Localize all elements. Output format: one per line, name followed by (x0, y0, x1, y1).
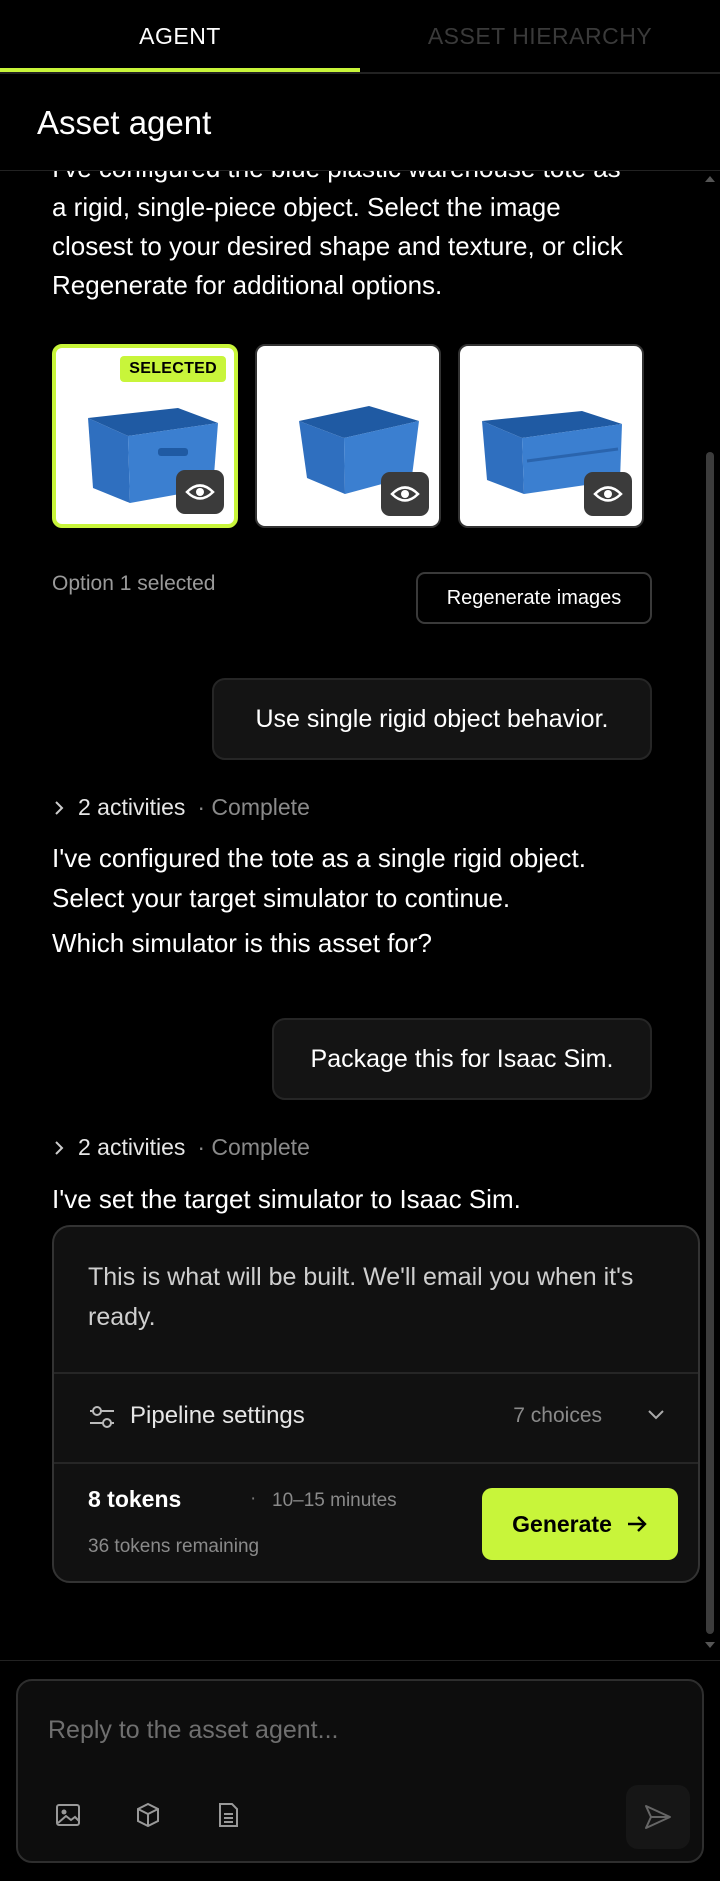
tab-bar: AGENT ASSET HIERARCHY (0, 0, 720, 74)
user-message: Package this for Isaac Sim. (272, 1018, 652, 1100)
image-option-1[interactable]: SELECTED (52, 344, 238, 528)
token-cost: 8 tokens (88, 1486, 182, 1512)
activities-toggle[interactable]: 2 activities · Complete (52, 1134, 310, 1161)
tab-asset-hierarchy[interactable]: ASSET HIERARCHY (360, 0, 720, 72)
composer-area (0, 1660, 720, 1881)
chevron-right-icon (55, 800, 64, 815)
eye-icon (390, 486, 420, 502)
pipeline-settings-row[interactable]: Pipeline settings 7 choices (54, 1372, 698, 1464)
image-icon (56, 1804, 80, 1826)
send-icon (645, 1805, 671, 1829)
conversation-scroll-area[interactable]: I've configured the blue plastic warehou… (0, 171, 720, 1655)
image-option-2[interactable] (255, 344, 441, 528)
scroll-up-arrow[interactable] (703, 174, 717, 184)
generate-label: Generate (512, 1510, 612, 1537)
image-option-3[interactable] (458, 344, 644, 528)
cube-icon (137, 1802, 159, 1828)
composer (16, 1679, 704, 1863)
scrollbar-thumb[interactable] (706, 452, 714, 1634)
chevron-right-icon (55, 1140, 64, 1155)
duration-estimate: 10–15 minutes (272, 1490, 397, 1511)
tab-agent[interactable]: AGENT (0, 0, 360, 72)
agent-message-line: Regenerate for additional options. (52, 270, 443, 300)
sliders-icon (90, 1406, 114, 1428)
agent-message-line: I've configured the blue plastic warehou… (52, 171, 621, 188)
cost-separator: · (250, 1488, 257, 1509)
option-status: Option 1 selected (52, 572, 216, 595)
activities-count: 2 activities (78, 794, 186, 820)
scroll-down-arrow[interactable] (703, 1640, 717, 1650)
agent-question: Which simulator is this asset for? (52, 928, 433, 958)
regenerate-images-button[interactable]: Regenerate images (416, 572, 652, 624)
active-tab-indicator (0, 68, 360, 72)
agent-message-line: Select your target simulator to continue… (52, 883, 511, 913)
panel-header: Asset agent (0, 74, 720, 171)
activities-count: 2 activities (78, 1134, 186, 1160)
activities-status: · Complete (197, 1134, 310, 1160)
preview-button[interactable] (584, 472, 632, 516)
choices-count: 7 choices (513, 1404, 602, 1427)
chevron-down-icon (648, 1410, 664, 1420)
document-icon (219, 1803, 238, 1827)
activities-status: · Complete (197, 794, 310, 820)
eye-icon (593, 486, 623, 502)
user-message: Use single rigid object behavior. (212, 678, 652, 760)
send-button[interactable] (626, 1785, 690, 1849)
arrow-right-icon (627, 1516, 647, 1532)
attach-model-button[interactable] (130, 1797, 166, 1833)
eye-icon (185, 484, 215, 500)
build-intro: This is what will be built. We'll email … (88, 1263, 634, 1331)
generate-button[interactable]: Generate (482, 1488, 678, 1560)
cost-row: 8 tokens · 10–15 minutes 36 tokens remai… (54, 1462, 698, 1581)
reply-input[interactable] (46, 1709, 650, 1751)
agent-message-line: a rigid, single-piece object. Select the… (52, 192, 561, 222)
preview-button[interactable] (381, 472, 429, 516)
activities-toggle[interactable]: 2 activities · Complete (52, 794, 310, 821)
agent-message-line: I've configured the tote as a single rig… (52, 843, 586, 873)
tokens-remaining: 36 tokens remaining (88, 1536, 260, 1557)
selected-badge: SELECTED (120, 356, 226, 382)
build-summary-card: This is what will be built. We'll email … (52, 1225, 700, 1583)
agent-message-line: I've set the target simulator to Isaac S… (52, 1184, 521, 1214)
page-title: Asset agent (37, 104, 212, 141)
preview-button[interactable] (176, 470, 224, 514)
attach-image-button[interactable] (50, 1797, 86, 1833)
agent-message-line: closest to your desired shape and textur… (52, 231, 623, 261)
attach-document-button[interactable] (210, 1797, 246, 1833)
pipeline-settings-label: Pipeline settings (130, 1402, 305, 1429)
